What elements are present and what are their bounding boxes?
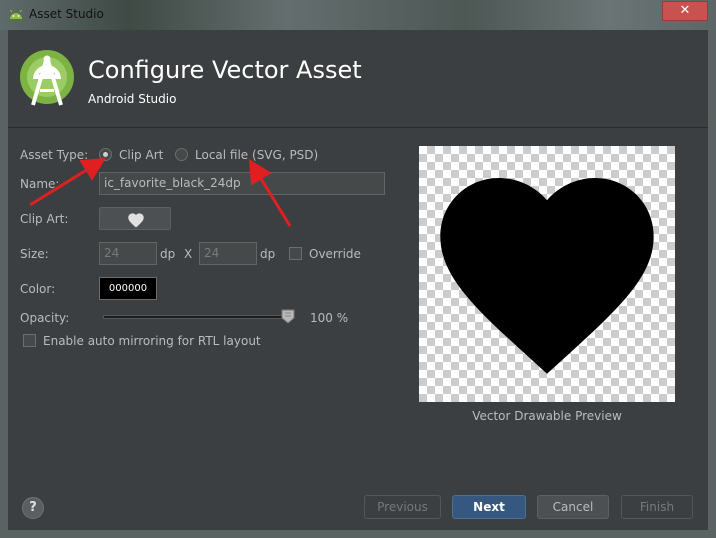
annotation-arrows [29,157,292,227]
annotation-arrow-local-file [248,158,292,227]
annotation-arrow-clip-art [29,157,107,207]
